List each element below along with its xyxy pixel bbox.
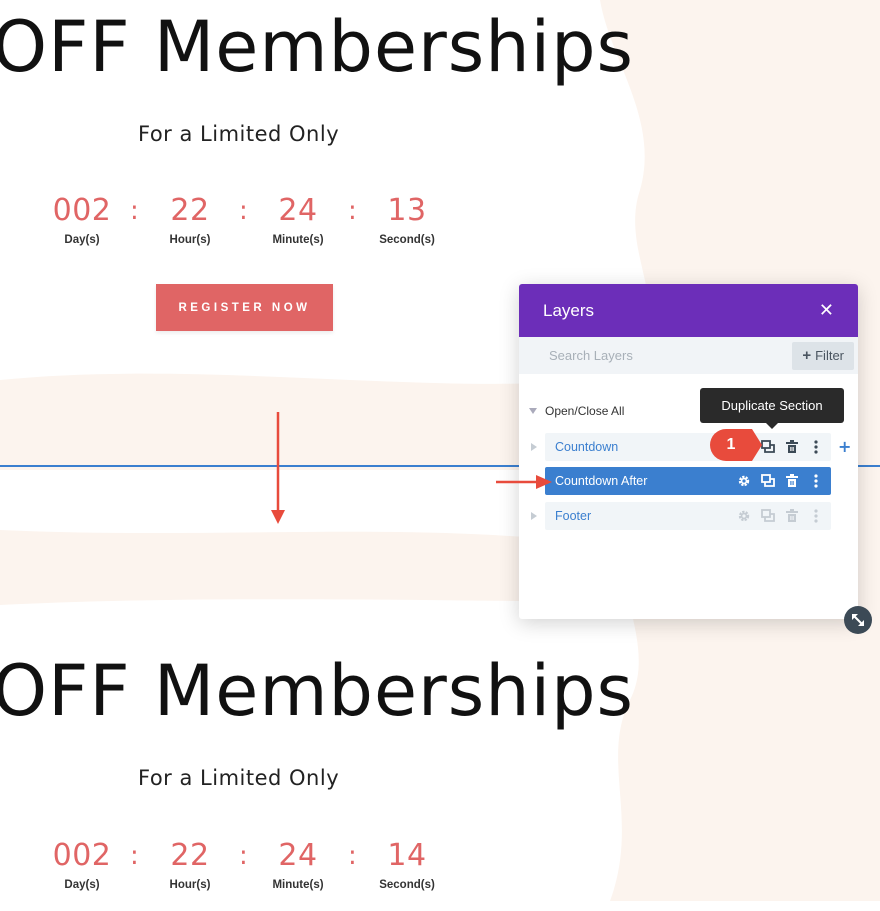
subheading: For a Limited Only <box>138 122 340 146</box>
step-badge: 1 <box>710 429 762 461</box>
layer-row-label: Countdown After <box>555 474 648 488</box>
close-icon[interactable]: ✕ <box>819 300 834 321</box>
duplicate-icon[interactable] <box>761 474 775 488</box>
down-arrow-icon <box>271 412 285 524</box>
countdown-minutes-value: 24 <box>278 193 318 228</box>
layer-row-countdown[interactable]: Countdown <box>531 433 831 461</box>
duplicate-icon[interactable] <box>761 440 775 454</box>
arrow-right-icon <box>496 475 552 489</box>
countdown-seconds-label: Second(s) <box>379 234 435 246</box>
more-options-icon[interactable] <box>809 440 823 454</box>
countdown-hours-label: Hour(s) <box>169 234 211 246</box>
filter-button[interactable]: + Filter <box>792 341 854 370</box>
caret-down-icon <box>529 408 537 414</box>
expand-caret-icon[interactable] <box>531 512 537 520</box>
countdown-hours-label: Hour(s) <box>169 879 211 891</box>
countdown-timer: 002 : 22 : 24 : 13 Day(s) Hour(s) Minute… <box>0 196 460 266</box>
countdown-hours-value: 22 <box>170 838 210 873</box>
countdown-days-label: Day(s) <box>64 879 100 891</box>
layer-row-actions <box>737 509 831 523</box>
countdown-seconds-value: 13 <box>387 193 427 228</box>
countdown-minutes-label: Minute(s) <box>272 234 324 246</box>
expand-caret-icon[interactable] <box>531 443 537 451</box>
layers-panel-title: Layers <box>543 300 595 320</box>
register-now-button[interactable]: REGISTER NOW <box>156 284 333 331</box>
trash-icon[interactable] <box>785 440 799 454</box>
page-headline-duplicate: OFF Memberships <box>0 650 634 732</box>
gear-icon[interactable] <box>737 474 751 488</box>
layer-row-footer[interactable]: Footer <box>531 502 831 530</box>
countdown-seconds-label: Second(s) <box>379 879 435 891</box>
layer-row-actions <box>761 440 831 454</box>
trash-icon[interactable] <box>785 509 799 523</box>
countdown-seconds-value: 14 <box>387 838 427 873</box>
countdown-days-label: Day(s) <box>64 234 100 246</box>
layers-search-bar: + Filter <box>519 337 858 374</box>
trash-icon[interactable] <box>785 474 799 488</box>
countdown-hours-value: 22 <box>170 193 210 228</box>
countdown-days-value: 002 <box>52 838 112 873</box>
layers-panel-header: Layers ✕ <box>519 284 858 337</box>
add-section-icon[interactable]: + <box>838 437 851 456</box>
open-close-all-toggle[interactable]: Open/Close All <box>529 404 624 418</box>
duplicate-icon[interactable] <box>761 509 775 523</box>
countdown-minutes-value: 24 <box>278 838 318 873</box>
layer-row-countdown-after[interactable]: Countdown After <box>545 467 831 495</box>
gear-icon[interactable] <box>737 509 751 523</box>
search-layers-input[interactable] <box>547 347 751 364</box>
more-options-icon[interactable] <box>809 474 823 488</box>
duplicate-section-tooltip: Duplicate Section <box>700 388 844 429</box>
more-options-icon[interactable] <box>809 509 823 523</box>
open-close-all-label: Open/Close All <box>545 404 625 418</box>
countdown-days-value: 002 <box>52 193 112 228</box>
layer-row-actions <box>737 474 831 488</box>
resize-handle[interactable] <box>844 606 872 634</box>
filter-button-label: Filter <box>815 348 844 363</box>
layers-panel: Layers ✕ + Filter Open/Close All Countdo… <box>519 284 858 619</box>
countdown-minutes-label: Minute(s) <box>272 879 324 891</box>
resize-icon <box>852 614 864 626</box>
page-headline: OFF Memberships <box>0 6 634 88</box>
plus-icon: + <box>802 347 812 364</box>
layer-row-label: Footer <box>555 509 592 523</box>
subheading-duplicate: For a Limited Only <box>138 766 340 790</box>
